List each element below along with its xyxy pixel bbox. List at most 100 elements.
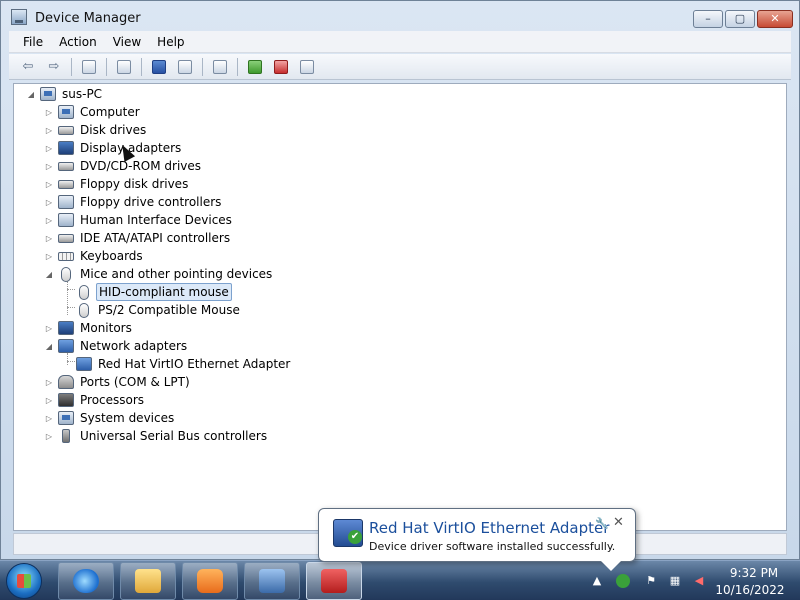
help-button[interactable] [148, 57, 170, 77]
category-label: Universal Serial Bus controllers [80, 429, 268, 443]
show-hidden-icons-icon[interactable]: ▲ [590, 574, 604, 588]
computer-icon [58, 105, 74, 119]
category-system-devices[interactable]: ▷ System devices [44, 409, 176, 427]
device-red-hat-virtio-ethernet-adapter[interactable]: Red Hat VirtIO Ethernet Adapter [76, 355, 292, 373]
collapse-arrow-icon[interactable]: ◢ [44, 342, 54, 351]
category-universal-serial-bus-controllers[interactable]: ▷ Universal Serial Bus controllers [44, 427, 269, 445]
show-hide-console-tree-button[interactable] [78, 57, 100, 77]
category-label: Monitors [80, 321, 132, 335]
tree-root-sus-pc[interactable]: ◢ sus-PC [26, 85, 104, 103]
network-adapter-icon [58, 339, 74, 353]
category-floppy-drive-controllers[interactable]: ▷ Floppy drive controllers [44, 193, 223, 211]
expand-arrow-icon[interactable]: ▷ [44, 378, 54, 387]
action-pane-icon [178, 59, 192, 74]
maximize-button[interactable]: ▢ [725, 10, 755, 28]
monitor-icon [58, 321, 74, 335]
expand-arrow-icon[interactable]: ▷ [44, 144, 54, 153]
toolbar-separator [202, 57, 203, 76]
expand-arrow-icon[interactable]: ▷ [44, 324, 54, 333]
taskbar-toolbox[interactable] [306, 562, 362, 600]
notification-balloon[interactable]: Red Hat VirtIO Ethernet Adapter Device d… [318, 508, 636, 571]
start-button[interactable] [6, 563, 42, 599]
dvd-drive-icon [58, 161, 74, 171]
category-keyboards[interactable]: ▷ Keyboards [44, 247, 145, 265]
menu-action[interactable]: Action [51, 35, 105, 49]
category-computer[interactable]: ▷ Computer [44, 103, 142, 121]
driver-install-icon[interactable] [616, 574, 630, 588]
device-ps2-compatible-mouse[interactable]: PS/2 Compatible Mouse [76, 301, 242, 319]
minimize-button[interactable]: – [693, 10, 723, 28]
collapse-arrow-icon[interactable]: ◢ [26, 90, 36, 99]
menu-file[interactable]: File [9, 35, 51, 49]
clock-time[interactable]: 9:32 PM [724, 566, 784, 580]
expand-arrow-icon[interactable]: ▷ [44, 198, 54, 207]
expand-arrow-icon[interactable]: ▷ [44, 180, 54, 189]
expand-arrow-icon[interactable]: ▷ [44, 396, 54, 405]
volume-muted-icon[interactable]: ◀ [692, 574, 706, 588]
category-label: Floppy disk drives [80, 177, 189, 191]
uninstall-icon [274, 59, 288, 74]
category-mice-and-other-pointing-devices[interactable]: ◢ Mice and other pointing devices [44, 265, 274, 283]
category-label: IDE ATA/ATAPI controllers [80, 231, 231, 245]
device-hid-compliant-mouse[interactable]: HID-compliant mouse [76, 283, 232, 301]
category-ide-ata-atapi-controllers[interactable]: ▷ IDE ATA/ATAPI controllers [44, 229, 232, 247]
device-label: PS/2 Compatible Mouse [98, 303, 240, 317]
menu-help[interactable]: Help [149, 35, 192, 49]
expand-arrow-icon[interactable]: ▷ [44, 126, 54, 135]
category-display-adapters[interactable]: ▷ Display adapters [44, 139, 183, 157]
disable-button[interactable] [296, 57, 318, 77]
network-icon[interactable]: ▦ [668, 574, 682, 588]
action-center-flag-icon[interactable]: ⚑ [644, 574, 658, 588]
tree-root-label: sus-PC [62, 87, 103, 101]
forward-button[interactable]: ⇨ [43, 57, 65, 77]
back-icon: ⇦ [22, 59, 34, 74]
wrench-icon[interactable]: 🔧 [595, 517, 609, 530]
usb-icon [62, 429, 70, 443]
category-disk-drives[interactable]: ▷ Disk drives [44, 121, 148, 139]
uninstall-button[interactable] [270, 57, 292, 77]
taskbar-device-manager[interactable] [244, 562, 300, 600]
toolbar-separator [237, 57, 238, 76]
category-floppy-disk-drives[interactable]: ▷ Floppy disk drives [44, 175, 190, 193]
expand-arrow-icon[interactable]: ▷ [44, 432, 54, 441]
taskbar-media-player[interactable] [182, 562, 238, 600]
expand-arrow-icon[interactable]: ▷ [44, 414, 54, 423]
update-driver-button[interactable] [244, 57, 266, 77]
port-icon [58, 375, 74, 389]
toolbar: ⇦ ⇨ [9, 54, 791, 80]
action-pane-button[interactable] [174, 57, 196, 77]
category-label: Processors [80, 393, 145, 407]
collapse-arrow-icon[interactable]: ◢ [44, 270, 54, 279]
category-human-interface-devices[interactable]: ▷ Human Interface Devices [44, 211, 234, 229]
properties-icon [117, 59, 131, 74]
close-notification-button[interactable]: ✕ [613, 515, 624, 530]
scan-hardware-button[interactable] [209, 57, 231, 77]
category-ports-com-lpt[interactable]: ▷ Ports (COM & LPT) [44, 373, 192, 391]
mouse-icon [61, 266, 71, 282]
expand-arrow-icon[interactable]: ▷ [44, 216, 54, 225]
taskbar-windows-explorer[interactable] [120, 562, 176, 600]
properties-button[interactable] [113, 57, 135, 77]
expand-arrow-icon[interactable]: ▷ [44, 162, 54, 171]
category-processors[interactable]: ▷ Processors [44, 391, 146, 409]
taskbar-internet-explorer[interactable] [58, 562, 114, 600]
expand-arrow-icon[interactable]: ▷ [44, 234, 54, 243]
back-button[interactable]: ⇦ [17, 57, 39, 77]
computer-icon [40, 87, 56, 101]
disable-icon [300, 59, 314, 74]
floppy-controller-icon [58, 195, 74, 209]
category-network-adapters[interactable]: ◢ Network adapters [44, 337, 189, 355]
title-bar[interactable]: Device Manager – ▢ ✕ [1, 1, 799, 31]
close-button[interactable]: ✕ [757, 10, 793, 28]
driver-installed-icon [333, 519, 363, 547]
device-label-selected: HID-compliant mouse [96, 283, 232, 301]
expand-arrow-icon[interactable]: ▷ [44, 108, 54, 117]
tree-connector [67, 361, 75, 362]
network-adapter-icon [76, 357, 92, 371]
notification-message: Device driver software installed success… [369, 540, 616, 553]
category-monitors[interactable]: ▷ Monitors [44, 319, 134, 337]
update-driver-icon [248, 59, 262, 74]
expand-arrow-icon[interactable]: ▷ [44, 252, 54, 261]
clock-date[interactable]: 10/16/2022 [712, 583, 788, 597]
menu-view[interactable]: View [105, 35, 149, 49]
